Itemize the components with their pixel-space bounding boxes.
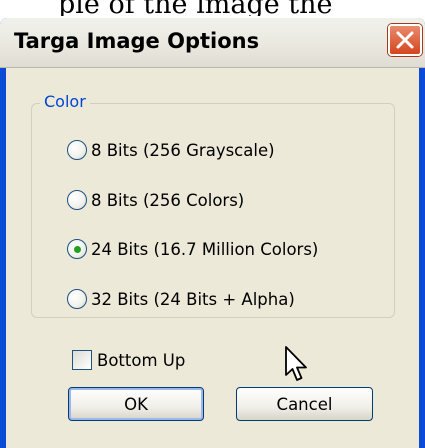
radio-8bit-colors[interactable]: 8 Bits (256 Colors) xyxy=(67,187,244,213)
title-bar[interactable]: Targa Image Options xyxy=(0,18,425,68)
radio-button[interactable] xyxy=(67,289,87,309)
radio-24bit[interactable]: 24 Bits (16.7 Million Colors) xyxy=(67,236,318,262)
bottom-up-label: Bottom Up xyxy=(97,350,186,370)
bottom-up-checkbox[interactable] xyxy=(72,350,92,370)
dialog-title: Targa Image Options xyxy=(14,29,260,53)
color-groupbox: Color 8 Bits (256 Grayscale) 8 Bits (256… xyxy=(31,92,395,318)
targa-options-dialog: Targa Image Options Color 8 Bits (256 Gr… xyxy=(0,18,425,448)
color-group-label: Color xyxy=(40,92,90,111)
close-button[interactable] xyxy=(388,24,422,56)
ok-button[interactable]: OK xyxy=(68,387,204,421)
radio-label: 8 Bits (256 Grayscale) xyxy=(91,140,275,160)
cancel-button[interactable]: Cancel xyxy=(236,387,373,421)
radio-button[interactable] xyxy=(67,190,87,210)
radio-8bit-grayscale[interactable]: 8 Bits (256 Grayscale) xyxy=(67,137,275,163)
mouse-pointer-icon xyxy=(284,345,310,389)
dialog-client-area: Color 8 Bits (256 Grayscale) 8 Bits (256… xyxy=(6,68,419,448)
radio-button-selected[interactable] xyxy=(67,239,87,259)
background-caption-text: ple of the image the xyxy=(58,0,333,16)
radio-32bit-alpha[interactable]: 32 Bits (24 Bits + Alpha) xyxy=(67,286,295,312)
radio-label: 32 Bits (24 Bits + Alpha) xyxy=(91,289,295,309)
bottom-up-option[interactable]: Bottom Up xyxy=(72,347,185,373)
radio-button[interactable] xyxy=(67,140,87,160)
radio-label: 24 Bits (16.7 Million Colors) xyxy=(91,239,319,259)
radio-label: 8 Bits (256 Colors) xyxy=(91,190,245,210)
